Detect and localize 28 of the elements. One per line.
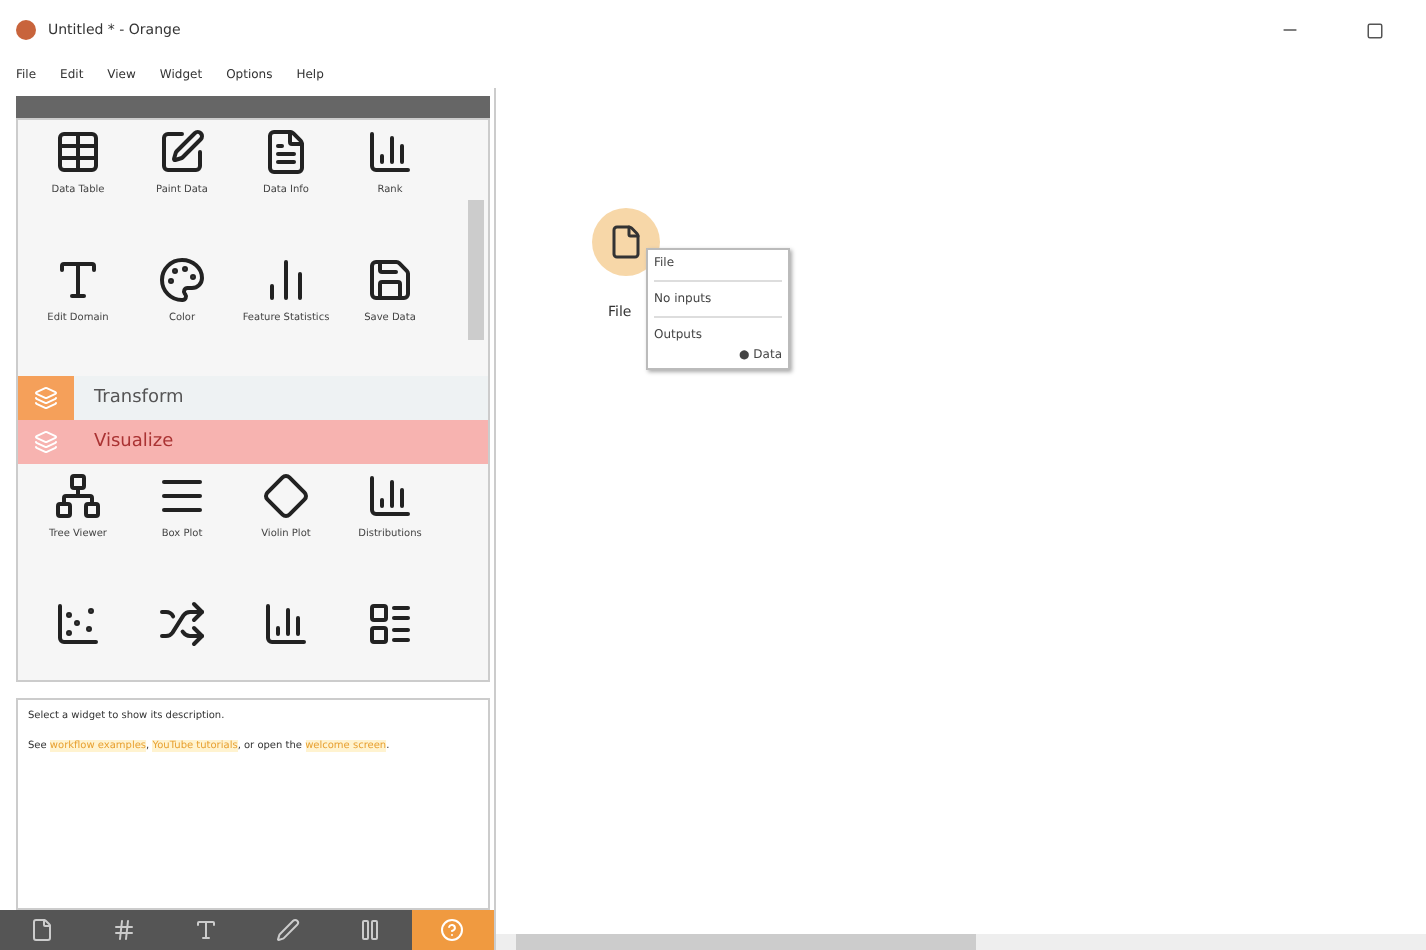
category-header[interactable]: Transform	[18, 375, 488, 420]
palette-icon	[158, 255, 206, 304]
file-icon	[608, 224, 644, 260]
pause-icon	[358, 918, 383, 943]
list-icon	[366, 599, 414, 648]
hash-icon	[111, 918, 136, 943]
crossing-lines-icon	[158, 599, 206, 648]
scatter-icon	[54, 599, 102, 648]
pen-icon	[276, 918, 301, 943]
file-icon	[29, 918, 54, 943]
maximize-icon[interactable]	[1365, 21, 1383, 39]
text-icon	[193, 918, 218, 943]
bar-chart-icon	[262, 599, 310, 648]
table-icon	[54, 127, 102, 176]
scrollbar[interactable]	[468, 199, 484, 340]
diamond-icon	[262, 471, 310, 520]
app-logo-icon	[16, 20, 36, 40]
horizontal-scrollbar[interactable]	[496, 934, 1426, 950]
category-icon	[34, 385, 58, 410]
help-icon	[440, 918, 465, 943]
document-icon	[262, 127, 310, 176]
category-header[interactable]: Visualize	[18, 419, 488, 464]
tree-icon	[54, 471, 102, 520]
save-icon	[366, 255, 414, 304]
bar-chart-icon	[366, 471, 414, 520]
bar-chart-icon	[366, 127, 414, 176]
category-icon	[34, 429, 58, 454]
table-pen-icon	[158, 127, 206, 176]
